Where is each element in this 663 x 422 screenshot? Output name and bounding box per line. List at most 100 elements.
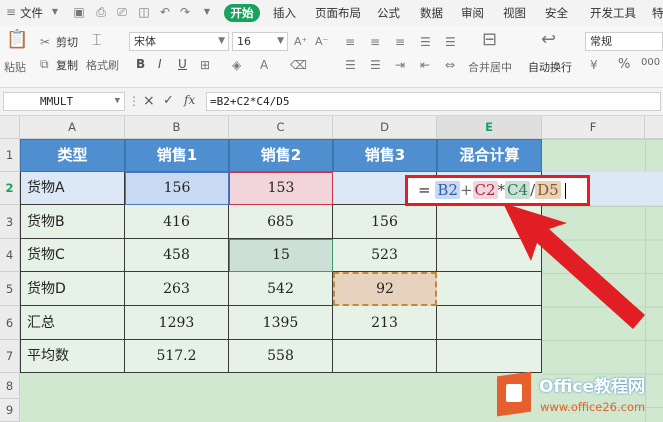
align-justify-icon[interactable]: ☰ xyxy=(345,57,356,73)
formula-input[interactable]: =B2+C2*C4/D5 xyxy=(206,92,661,111)
percent-button[interactable]: % xyxy=(618,57,630,72)
tab-view[interactable]: 视图 xyxy=(503,5,526,21)
tab-review[interactable]: 审阅 xyxy=(461,5,484,21)
distribute-icon[interactable]: ⇔ xyxy=(445,57,455,73)
cell-c4[interactable]: 15 xyxy=(229,239,333,272)
cell-b4[interactable]: 458 xyxy=(125,239,229,272)
row-header-2[interactable]: 2 xyxy=(0,172,20,205)
wrap-text-button[interactable]: 自动换行 xyxy=(528,59,572,75)
align-right-icon[interactable]: ☰ xyxy=(370,57,381,73)
align-bottom-icon[interactable]: ≡ xyxy=(395,34,405,50)
paste-button[interactable]: 粘贴 xyxy=(4,59,26,75)
merge-center-button[interactable]: 合并居中 xyxy=(468,59,512,75)
align-top-icon[interactable]: ≡ xyxy=(345,34,355,50)
paste-icon[interactable]: 📋 xyxy=(6,31,28,49)
tab-special[interactable]: 特 xyxy=(652,5,663,21)
cell-a4[interactable]: 货物C xyxy=(20,239,125,272)
file-menu[interactable]: 文件 xyxy=(20,5,43,21)
header-mixed-calc[interactable]: 混合计算 xyxy=(437,139,542,172)
thousands-button[interactable]: 000 xyxy=(641,57,660,68)
brush-icon[interactable]: ⌶ xyxy=(92,32,102,48)
currency-icon[interactable]: ¥ xyxy=(590,57,598,73)
chevron-down-icon[interactable]: ▼ xyxy=(48,5,62,19)
eraser-icon[interactable]: ⌫ xyxy=(290,57,307,73)
underline-button[interactable]: U xyxy=(178,57,187,71)
undo-icon[interactable]: ↶ xyxy=(158,5,172,19)
cell-d3[interactable]: 156 xyxy=(333,205,437,239)
cell-c7[interactable]: 558 xyxy=(229,340,333,373)
row-header-9[interactable]: 9 xyxy=(0,399,20,422)
copy-icon[interactable]: ⧉ xyxy=(40,56,49,72)
drag-handle-icon[interactable]: ⋮ xyxy=(128,94,140,108)
row-header-1[interactable]: 1 xyxy=(0,139,20,172)
name-box[interactable]: MMULT ▼ xyxy=(3,92,125,111)
fill-color-icon[interactable]: ◈ xyxy=(232,57,241,73)
header-sales3[interactable]: 销售3 xyxy=(333,139,437,172)
row-header-5[interactable]: 5 xyxy=(0,272,20,306)
align-middle-icon[interactable]: ≡ xyxy=(370,34,380,50)
tab-data[interactable]: 数据 xyxy=(420,5,443,21)
cancel-icon[interactable]: × xyxy=(143,93,155,109)
cell-b2[interactable]: 156 xyxy=(125,172,229,205)
column-header-c[interactable]: C xyxy=(229,116,333,139)
border-icon[interactable]: ⊞ xyxy=(200,57,210,73)
cut-button[interactable]: 剪切 xyxy=(56,34,78,50)
cell-c5[interactable]: 542 xyxy=(229,272,333,306)
cell-c6[interactable]: 1395 xyxy=(229,306,333,340)
column-header-f[interactable]: F xyxy=(542,116,645,139)
print-icon[interactable]: ⎚ xyxy=(115,5,129,19)
align-left-icon[interactable]: ☰ xyxy=(420,34,431,50)
column-header-d[interactable]: D xyxy=(333,116,437,139)
cell-c3[interactable]: 685 xyxy=(229,205,333,239)
column-header-a[interactable]: A xyxy=(20,116,125,139)
cell-a2[interactable]: 货物A xyxy=(20,172,125,205)
tab-insert[interactable]: 插入 xyxy=(273,5,296,21)
row-header-3[interactable]: 3 xyxy=(0,205,20,239)
cell-b7[interactable]: 517.2 xyxy=(125,340,229,373)
column-header-b[interactable]: B xyxy=(125,116,229,139)
format-painter-button[interactable]: 格式刷 xyxy=(86,57,119,73)
tab-start[interactable]: 开始 xyxy=(224,4,260,22)
font-name-select[interactable]: 宋体 ▼ xyxy=(129,32,229,51)
function-icon[interactable]: fx xyxy=(184,93,195,107)
preview-icon[interactable]: ◫ xyxy=(137,5,151,19)
cell-d5[interactable]: 92 xyxy=(333,272,437,306)
indent-icon[interactable]: ⇥ xyxy=(395,57,405,73)
cell-a3[interactable]: 货物B xyxy=(20,205,125,239)
increase-font-icon[interactable]: A⁺ xyxy=(294,34,307,50)
menu-icon[interactable]: ≡ xyxy=(4,5,18,19)
bold-button[interactable]: B xyxy=(136,57,145,71)
merge-icon[interactable]: ⊟ xyxy=(482,31,497,49)
tab-formulas[interactable]: 公式 xyxy=(377,5,400,21)
cell-d4[interactable]: 523 xyxy=(333,239,437,272)
more-icon[interactable]: ▼ xyxy=(200,5,214,19)
export-icon[interactable]: ⎙ xyxy=(94,5,108,19)
cell-b3[interactable]: 416 xyxy=(125,205,229,239)
cell-a5[interactable]: 货物D xyxy=(20,272,125,306)
row-header-8[interactable]: 8 xyxy=(0,373,20,399)
font-color-icon[interactable]: A xyxy=(260,57,268,73)
redo-icon[interactable]: ↷ xyxy=(178,5,192,19)
confirm-icon[interactable]: ✓ xyxy=(163,93,174,108)
cell-b5[interactable]: 263 xyxy=(125,272,229,306)
cell-d6[interactable]: 213 xyxy=(333,306,437,340)
select-all-corner[interactable] xyxy=(0,116,20,139)
decrease-font-icon[interactable]: A⁻ xyxy=(315,34,328,50)
copy-button[interactable]: 复制 xyxy=(56,57,78,73)
header-sales2[interactable]: 销售2 xyxy=(229,139,333,172)
cell-d7[interactable] xyxy=(333,340,437,373)
save-icon[interactable]: ▣ xyxy=(72,5,86,19)
wrap-icon[interactable]: ↩ xyxy=(541,31,556,49)
column-header-g[interactable] xyxy=(645,116,663,139)
number-format-select[interactable]: 常规 xyxy=(585,32,663,51)
outdent-icon[interactable]: ⇤ xyxy=(420,57,430,73)
cell-b6[interactable]: 1293 xyxy=(125,306,229,340)
row-header-6[interactable]: 6 xyxy=(0,306,20,340)
align-center-icon[interactable]: ☰ xyxy=(445,34,456,50)
cell-c2[interactable]: 153 xyxy=(229,172,333,205)
tab-developer[interactable]: 开发工具 xyxy=(590,5,636,21)
row-header-7[interactable]: 7 xyxy=(0,340,20,373)
header-sales1[interactable]: 销售1 xyxy=(125,139,229,172)
cell-a7[interactable]: 平均数 xyxy=(20,340,125,373)
scissors-icon[interactable]: ✂ xyxy=(40,34,50,50)
